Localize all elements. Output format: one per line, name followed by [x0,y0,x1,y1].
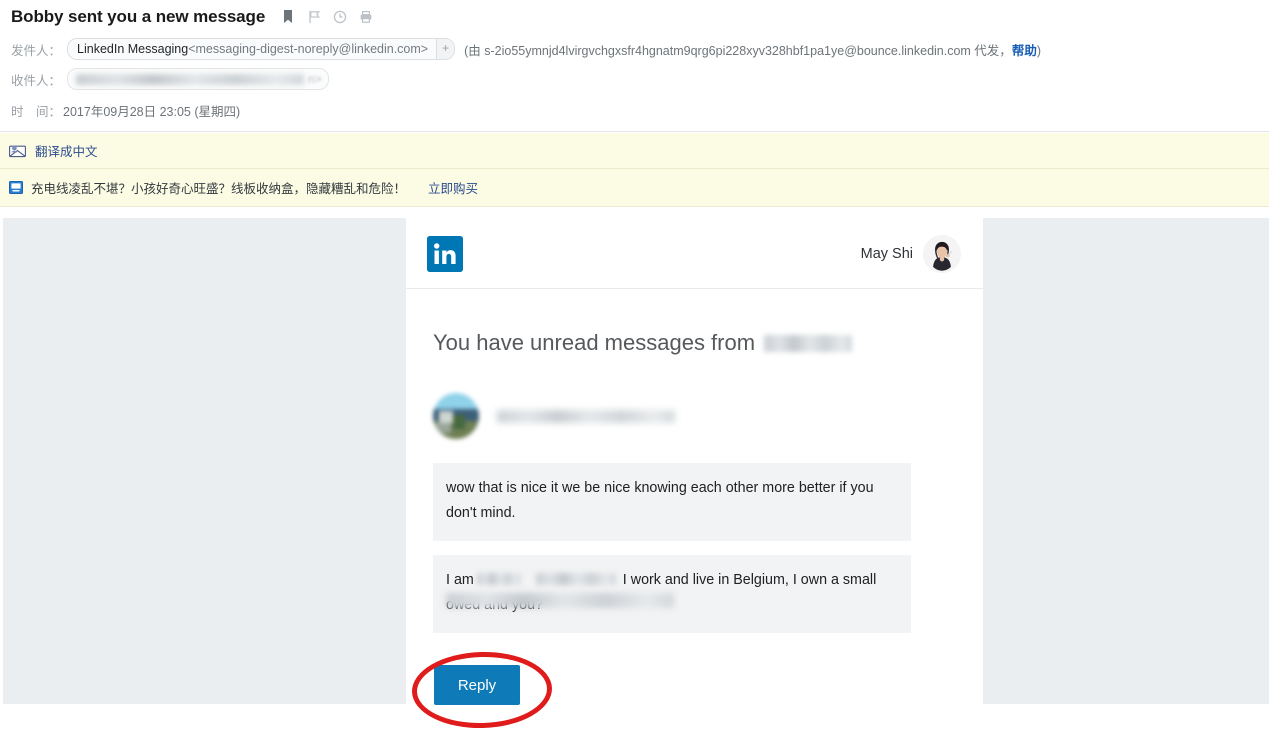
linkedin-user-name: May Shi [860,246,913,262]
message-redacted-first-name [476,573,521,585]
from-label: 发件人： [11,43,62,58]
sender-name-redacted [497,409,675,423]
translate-to-chinese-link[interactable]: 翻译成中文 [35,141,98,160]
to-label: 收件人： [11,73,62,88]
message-bubble: I am I work and live in Belgium, I own a… [433,555,911,633]
page-title: Bobby sent you a new message [11,7,266,26]
from-address-pill[interactable]: LinkedIn Messaging <messaging-digest-nor… [67,38,456,60]
to-row: 收件人： n> [11,68,329,90]
clock-icon[interactable] [333,9,347,25]
email-body-area: May Shi You have unread messages from wo… [0,208,1269,730]
translate-notice-bar: 翻译成中文 [0,133,1269,169]
translate-icon [9,143,26,158]
advertisement-bar: 充电线凌乱不堪？小孩好奇心旺盛？线板收纳盒，隐藏糟乱和危险！ 立即购买 [0,169,1269,207]
from-email-address: <messaging-digest-noreply@linkedin.com> [188,42,429,56]
bookmark-icon[interactable] [281,9,295,25]
header-icon-toolbar [281,9,373,25]
date-value: 2017年09月28日 23:05 (星期四) [63,105,241,119]
from-display-name: LinkedIn Messaging [77,42,189,56]
bounce-help-link[interactable]: 帮助 [1012,44,1037,58]
reply-action-area: Reply [411,650,614,730]
email-message-card: May Shi You have unread messages from wo… [406,218,983,730]
buy-now-link[interactable]: 立即购买 [428,178,478,197]
print-icon[interactable] [359,9,373,25]
from-row: 发件人： LinkedIn Messaging <messaging-diges… [11,38,1041,60]
expand-recipients-button[interactable]: + [436,39,455,59]
message-prefix: I am [446,572,474,588]
flag-icon[interactable] [307,9,321,25]
page-headline: You have unread messages from [433,329,983,357]
linkedin-logo [427,236,463,272]
message-bubble: wow that is nice it we be nice knowing e… [433,463,911,541]
advertisement-icon [9,181,23,194]
bounce-prefix-text: (由 s-2io55ymnjd4lvirgvchgxsfr4hgnatm9qrg… [464,43,1012,58]
sender-identity-row [433,393,983,439]
avatar [923,235,961,273]
reply-button[interactable]: Reply [434,665,520,705]
message-middle-text: I work and live in Belgium, I own a smal… [622,572,877,588]
to-address-pill[interactable]: n> [67,68,329,90]
sender-avatar [433,393,479,439]
linkedin-topbar: May Shi [406,218,983,289]
headline-text: You have unread messages from [433,330,756,355]
message-redacted-line2 [446,593,674,608]
date-row: 时 间： 2017年09月28日 23:05 (星期四) [11,101,240,120]
subject-row: Bobby sent you a new message [11,4,373,30]
mail-header: Bobby sent you a new message 发件人： Linked… [0,0,1269,132]
linkedin-user-block[interactable]: May Shi [861,235,961,273]
date-label: 时 间： [11,105,62,119]
message-redacted-last-name [535,573,616,585]
advertisement-text: 充电线凌乱不堪？小孩好奇心旺盛？线板收纳盒，隐藏糟乱和危险！ [31,182,407,196]
to-address-tail: n> [308,72,322,86]
bounce-suffix-text: ) [1036,43,1041,58]
message-text: wow that is nice it we be nice knowing e… [446,480,874,521]
headline-redacted-name [764,334,853,352]
bounce-sender-note: (由 s-2io55ymnjd4lvirgvchgxsfr4hgnatm9qrg… [464,40,1041,59]
to-address-redacted [76,73,305,85]
